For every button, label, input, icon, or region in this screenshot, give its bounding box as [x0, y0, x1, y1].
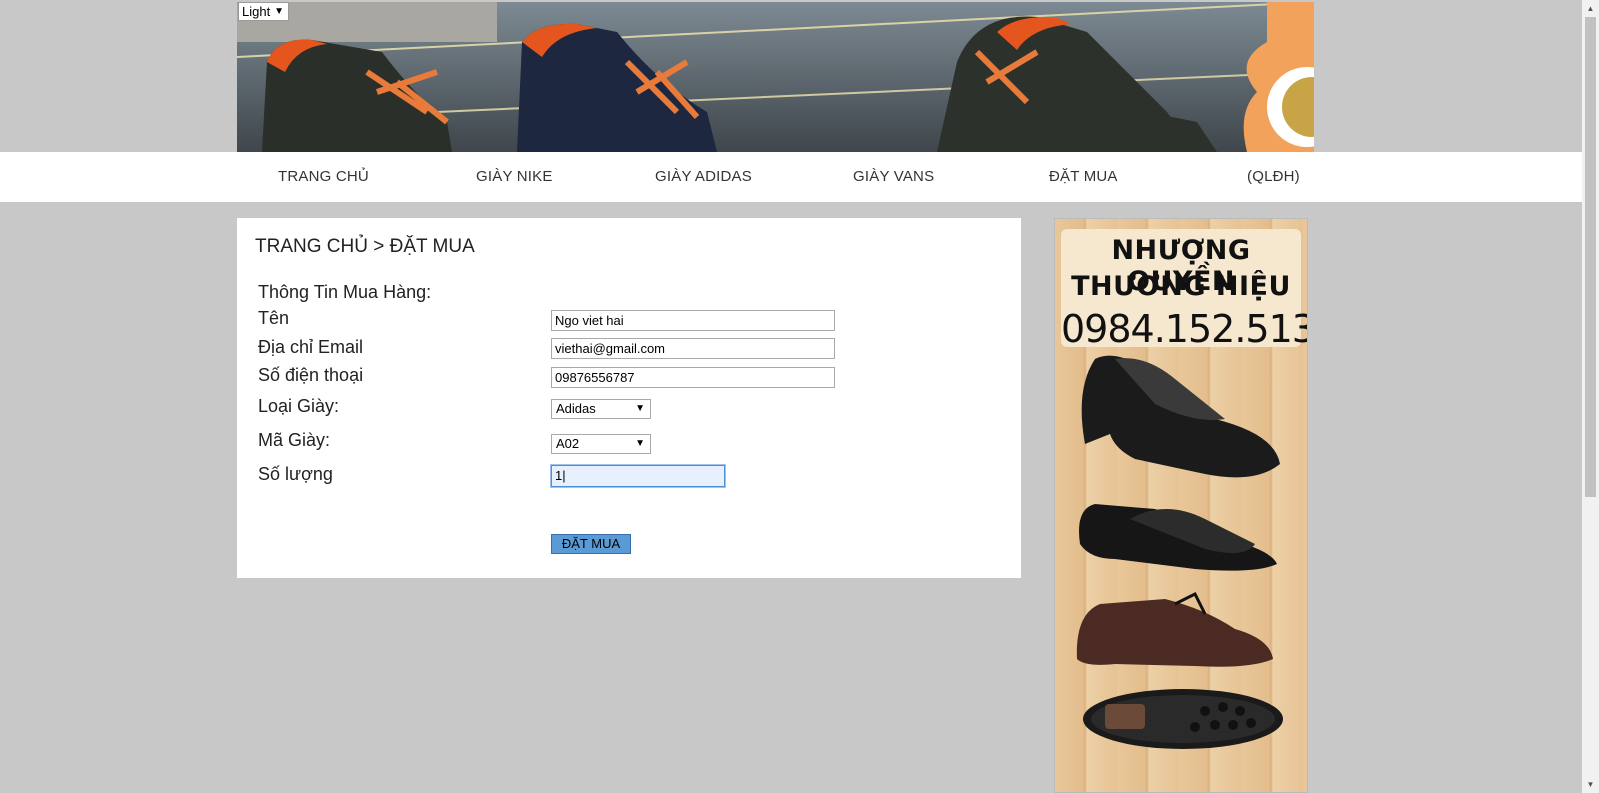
text-cursor: | — [562, 468, 566, 483]
nav-item-nike[interactable]: GIÀY NIKE — [476, 168, 553, 185]
theme-select-value: Light — [242, 4, 271, 19]
breadcrumb: TRANG CHỦ > ĐẶT MUA — [255, 236, 475, 257]
page-scrollbar[interactable]: ▲ ▼ — [1582, 0, 1599, 793]
order-form-panel: TRANG CHỦ > ĐẶT MUA Thông Tin Mua Hàng: … — [237, 218, 1021, 578]
shoe-code-select[interactable]: A02 ▼ — [551, 434, 651, 454]
shoe-code-label: Mã Giày: — [258, 430, 331, 450]
nav-item-order[interactable]: ĐẶT MUA — [1049, 168, 1118, 185]
nav-item-adidas[interactable]: GIÀY ADIDAS — [655, 168, 752, 185]
scroll-up-arrow-icon[interactable]: ▲ — [1582, 0, 1599, 17]
nav-item-vans[interactable]: GIÀY VANS — [853, 168, 934, 185]
main-nav: TRANG CHỦ GIÀY NIKE GIÀY ADIDAS GIÀY VAN… — [0, 152, 1582, 202]
name-input[interactable] — [551, 310, 835, 331]
shoe-type-label: Loại Giày: — [258, 396, 340, 416]
nav-item-order-management[interactable]: (QLĐH) — [1247, 168, 1300, 185]
order-submit-button[interactable]: ĐẶT MUA — [551, 534, 631, 554]
name-label: Tên — [258, 308, 290, 328]
scroll-thumb[interactable] — [1585, 17, 1596, 497]
phone-label: Số điện thoại — [258, 365, 364, 385]
scroll-down-arrow-icon[interactable]: ▼ — [1582, 776, 1599, 793]
theme-select[interactable]: Light ▼ — [238, 2, 289, 21]
shoe-type-select[interactable]: Adidas ▼ — [551, 399, 651, 419]
side-advertisement[interactable]: NHƯỢNG QUYỀN THƯƠNG HIỆU 0984.152.513 — [1054, 218, 1308, 793]
chevron-down-icon: ▼ — [635, 403, 645, 414]
email-label: Địa chỉ Email — [258, 337, 364, 357]
header-banner — [237, 2, 1314, 152]
nav-item-home[interactable]: TRANG CHỦ — [278, 168, 369, 185]
email-input[interactable] — [551, 338, 835, 359]
shoe-code-value: A02 — [556, 436, 580, 451]
ad-shoe-images — [1076, 355, 1283, 749]
phone-input[interactable] — [551, 367, 835, 388]
form-heading: Thông Tin Mua Hàng: — [258, 282, 432, 302]
quantity-label: Số lượng — [258, 464, 333, 484]
chevron-down-icon: ▼ — [635, 438, 645, 449]
quantity-input[interactable]: 1| — [550, 464, 726, 488]
chevron-down-icon: ▼ — [274, 6, 284, 17]
shoe-type-value: Adidas — [556, 401, 596, 416]
